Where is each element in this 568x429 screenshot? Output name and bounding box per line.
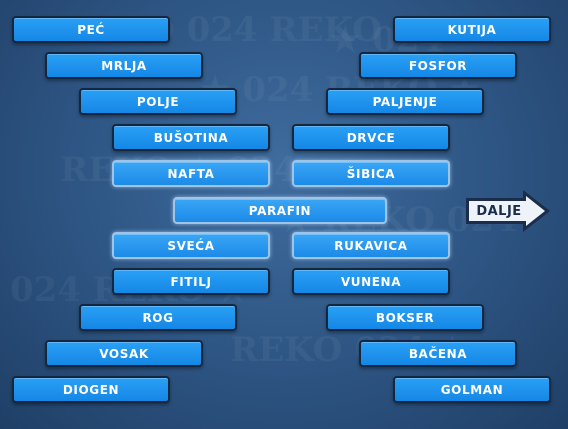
right-tile-sibica[interactable]: ŠIBICA — [292, 160, 450, 187]
center-tile-solution[interactable]: PARAFIN — [173, 197, 387, 224]
next-button[interactable]: DALJE — [463, 187, 553, 235]
left-tile-mrlja[interactable]: MRLJA — [45, 52, 203, 79]
left-tile-polje[interactable]: POLJE — [79, 88, 237, 115]
left-tile-vosak[interactable]: VOSAK — [45, 340, 203, 367]
right-tile-bacena[interactable]: BAČENA — [359, 340, 517, 367]
left-tile-sveca[interactable]: SVEĆA — [112, 232, 270, 259]
right-tile-paljenje[interactable]: PALJENJE — [326, 88, 484, 115]
right-tile-bokser[interactable]: BOKSER — [326, 304, 484, 331]
left-tile-rog[interactable]: ROG — [79, 304, 237, 331]
left-tile-diogen[interactable]: DIOGEN — [12, 376, 170, 403]
next-button-label: DALJE — [476, 203, 522, 219]
left-tile-fitilj[interactable]: FITILJ — [112, 268, 270, 295]
left-tile-nafta[interactable]: NAFTA — [112, 160, 270, 187]
right-tile-drvce[interactable]: DRVCE — [292, 124, 450, 151]
right-tile-kutija[interactable]: KUTIJA — [393, 16, 551, 43]
right-tile-rukavica[interactable]: RUKAVICA — [292, 232, 450, 259]
left-tile-pec[interactable]: PEĆ — [12, 16, 170, 43]
right-tile-golman[interactable]: GOLMAN — [393, 376, 551, 403]
left-tile-busotina[interactable]: BUŠOTINA — [112, 124, 270, 151]
right-tile-vunena[interactable]: VUNENA — [292, 268, 450, 295]
right-tile-fosfor[interactable]: FOSFOR — [359, 52, 517, 79]
